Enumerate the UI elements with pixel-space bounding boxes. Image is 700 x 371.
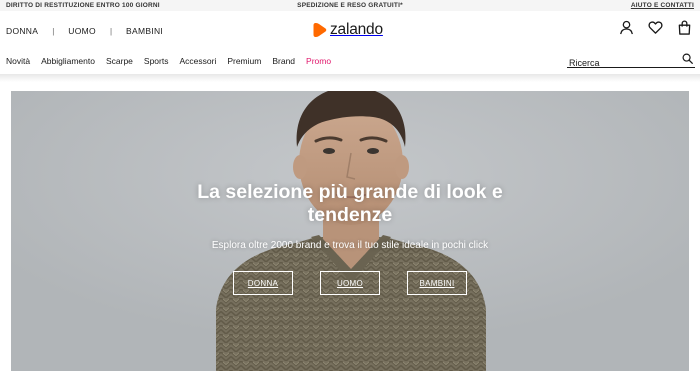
hero-model-image bbox=[11, 91, 689, 371]
hero-title-line-1: La selezione più grande di look e bbox=[197, 181, 503, 203]
header-divider-shadow bbox=[0, 74, 700, 82]
hero-uomo-button[interactable]: UOMO bbox=[320, 271, 380, 295]
free-shipping-text: SPEDIZIONE E RESO GRATUITI* bbox=[297, 2, 403, 9]
zalando-logo-icon bbox=[313, 23, 327, 37]
category-nav: Novità Abbigliamento Scarpe Sports Acces… bbox=[6, 56, 342, 66]
category-accessori[interactable]: Accessori bbox=[179, 56, 216, 66]
top-info-bar: DIRITTO DI RESTITUZIONE ENTRO 100 GIORNI… bbox=[0, 0, 700, 11]
category-novita[interactable]: Novità bbox=[6, 56, 30, 66]
hero-subtitle: Esplora oltre 2000 brand e trova il tuo … bbox=[211, 240, 489, 251]
hero-bambini-button[interactable]: BAMBINI bbox=[407, 271, 467, 295]
category-scarpe[interactable]: Scarpe bbox=[106, 56, 133, 66]
help-contact-link[interactable]: AIUTO E CONTATTI bbox=[631, 2, 694, 9]
hero-title: La selezione più grande di look e tenden… bbox=[11, 181, 689, 227]
category-promo[interactable]: Promo bbox=[306, 56, 331, 66]
header-actions bbox=[619, 20, 692, 35]
hero-title-line-2: tendenze bbox=[307, 204, 393, 226]
gender-nav-separator: | bbox=[52, 26, 55, 36]
account-icon[interactable] bbox=[619, 20, 634, 35]
search-icon[interactable] bbox=[682, 53, 693, 64]
category-sports[interactable]: Sports bbox=[144, 56, 169, 66]
category-abbigliamento[interactable]: Abbigliamento bbox=[41, 56, 95, 66]
gender-nav-donna[interactable]: DONNA bbox=[6, 26, 38, 36]
gender-nav: DONNA | UOMO | BAMBINI bbox=[6, 26, 163, 36]
gender-nav-uomo[interactable]: UOMO bbox=[68, 26, 96, 36]
zalando-logo[interactable]: zalando bbox=[313, 21, 383, 39]
category-premium[interactable]: Premium bbox=[227, 56, 261, 66]
search-box bbox=[567, 53, 695, 68]
shopping-bag-icon[interactable] bbox=[677, 20, 692, 35]
wishlist-heart-icon[interactable] bbox=[648, 20, 663, 35]
search-input[interactable] bbox=[567, 57, 677, 68]
gender-nav-separator: | bbox=[109, 26, 113, 36]
zalando-wordmark: zalando bbox=[330, 21, 383, 38]
hero-donna-button[interactable]: DONNA bbox=[233, 271, 293, 295]
hero-banner: La selezione più grande di look e tenden… bbox=[11, 91, 689, 371]
category-brand[interactable]: Brand bbox=[272, 56, 295, 66]
gender-nav-bambini[interactable]: BAMBINI bbox=[126, 26, 163, 36]
